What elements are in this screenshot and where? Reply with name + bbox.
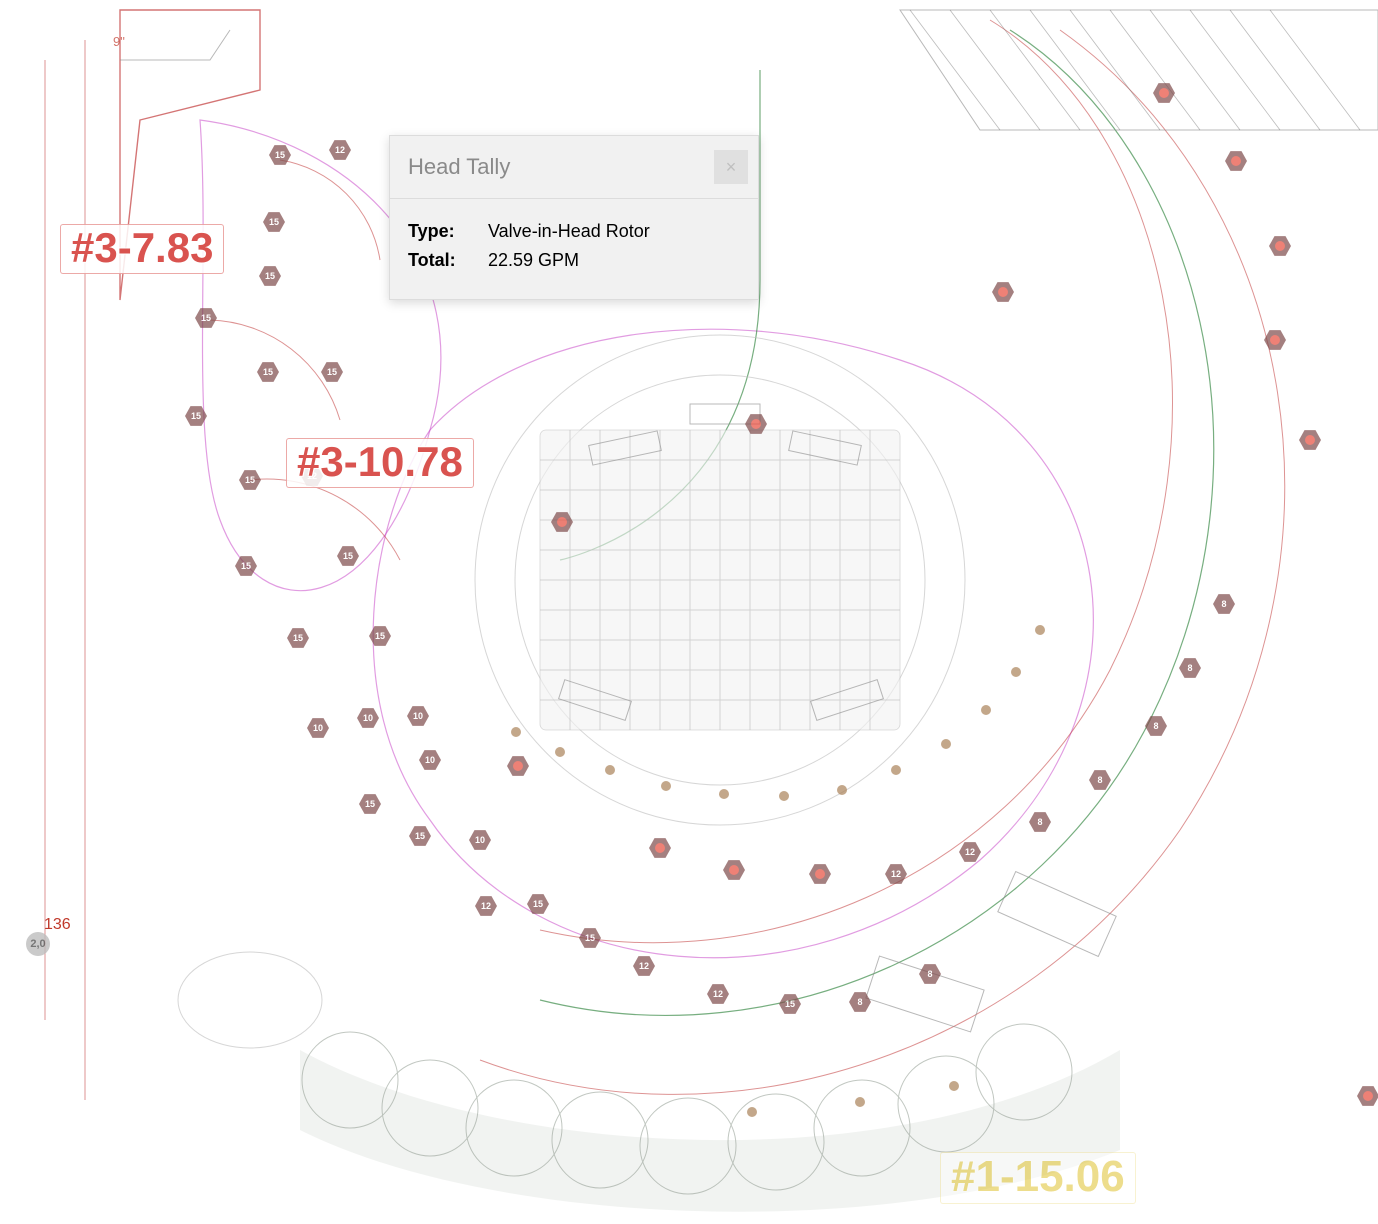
close-icon: × [726,157,737,178]
total-label: Total: [408,250,470,271]
dialog-titlebar[interactable]: Head Tally × [390,136,758,198]
dimension-9in: 9" [113,34,125,49]
plant-dot [747,1107,757,1117]
type-label: Type: [408,221,470,242]
plant-dot [981,705,991,715]
zone-label-b: #3-10.78 [286,438,474,488]
plant-dot [779,791,789,801]
zone-label-c: #1-15.06 [940,1152,1136,1204]
type-value: Valve-in-Head Rotor [488,221,650,242]
marker-circle-20: 2,0 [26,932,50,956]
plant-dot [855,1097,865,1107]
head-tally-dialog[interactable]: Head Tally × Type: Valve-in-Head Rotor T… [389,135,759,300]
plant-dot [605,765,615,775]
cad-canvas[interactable]: 1512151515151515151215151515101010101515… [0,0,1378,1224]
plant-dot [941,739,951,749]
plant-dot [661,781,671,791]
plant-dot [555,747,565,757]
marker-text-136: 136 [44,916,71,934]
row-type: Type: Valve-in-Head Rotor [408,221,740,242]
plant-dot [891,765,901,775]
plant-dot [949,1081,959,1091]
row-total: Total: 22.59 GPM [408,250,740,271]
close-button[interactable]: × [714,150,748,184]
marker-circle-20-text: 2,0 [30,938,45,950]
plant-dot [1011,667,1021,677]
total-value: 22.59 GPM [488,250,579,271]
plant-dot [511,727,521,737]
plant-dot [1035,625,1045,635]
zone-label-a: #3-7.83 [60,224,224,274]
plant-dot [719,789,729,799]
plant-dot [837,785,847,795]
dialog-body: Type: Valve-in-Head Rotor Total: 22.59 G… [390,198,758,299]
dialog-title: Head Tally [408,154,510,180]
